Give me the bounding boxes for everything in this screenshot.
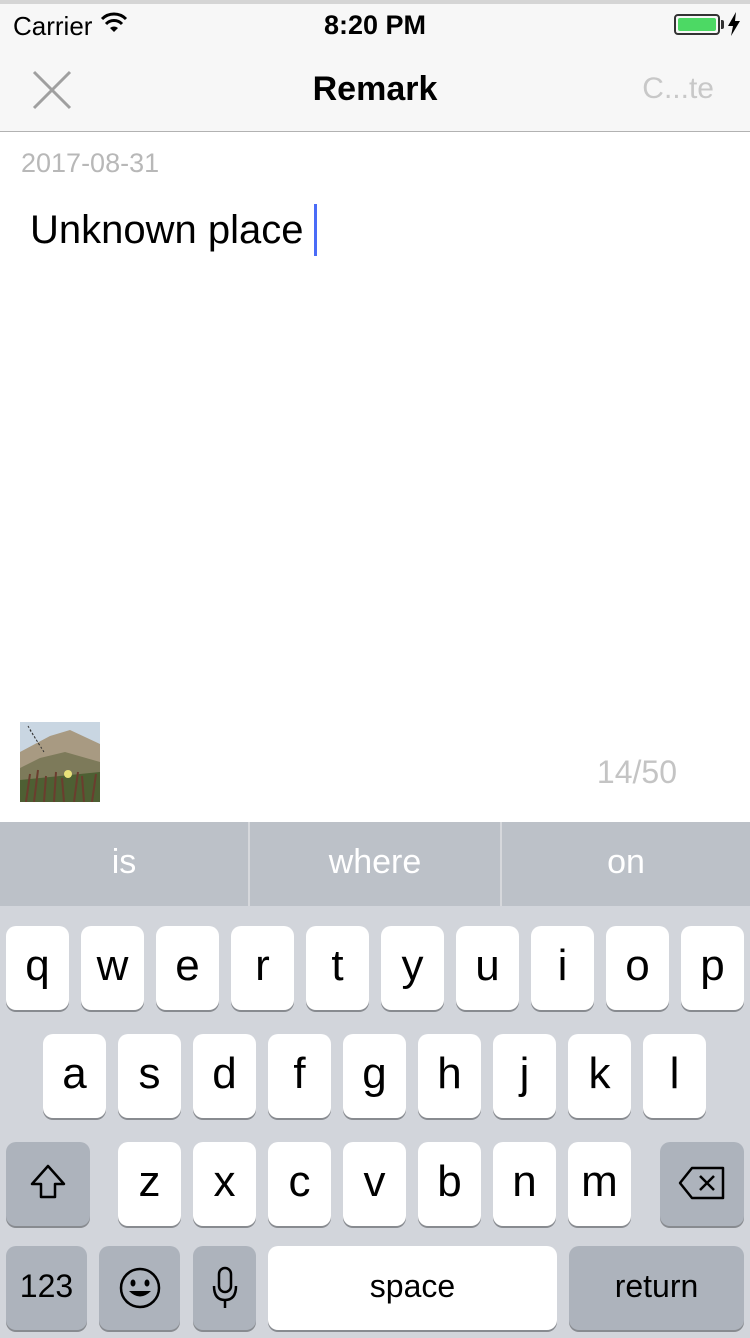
key-v[interactable]: v <box>343 1142 406 1226</box>
numbers-key[interactable]: 123 <box>6 1246 87 1330</box>
backspace-icon <box>678 1166 725 1200</box>
microphone-key[interactable] <box>193 1246 256 1330</box>
photo-thumbnail-image <box>20 722 100 802</box>
nav-bar: Remark C...te <box>0 48 750 132</box>
key-a[interactable]: a <box>43 1034 106 1118</box>
key-l[interactable]: l <box>643 1034 706 1118</box>
character-counter: 14/50 <box>596 754 677 790</box>
key-p[interactable]: p <box>681 926 744 1010</box>
key-b[interactable]: b <box>418 1142 481 1226</box>
key-g[interactable]: g <box>343 1034 406 1118</box>
backspace-key[interactable] <box>660 1142 744 1226</box>
emoji-key[interactable] <box>99 1246 180 1330</box>
battery-tip <box>721 20 724 29</box>
photo-thumbnail[interactable] <box>20 722 100 802</box>
key-n[interactable]: n <box>493 1142 556 1226</box>
status-time: 8:20 PM <box>323 10 427 40</box>
remark-text: Unknown place <box>30 208 304 252</box>
remark-text-input[interactable]: Unknown place <box>30 204 720 288</box>
keyboard: is where on q w e r t y u i o p a s d f … <box>0 822 750 1338</box>
key-m[interactable]: m <box>568 1142 631 1226</box>
text-caret <box>313 204 317 256</box>
suggestion-bar: is where on <box>0 822 750 906</box>
key-t[interactable]: t <box>306 926 369 1010</box>
key-j[interactable]: j <box>493 1034 556 1118</box>
battery-icon <box>674 14 720 35</box>
microphone-icon <box>212 1266 237 1308</box>
key-y[interactable]: y <box>381 926 444 1010</box>
charging-bolt-icon <box>728 12 740 36</box>
key-f[interactable]: f <box>268 1034 331 1118</box>
battery-fill <box>678 18 716 31</box>
space-key[interactable]: space <box>268 1246 557 1330</box>
key-w[interactable]: w <box>81 926 144 1010</box>
key-q[interactable]: q <box>6 926 69 1010</box>
key-r[interactable]: r <box>231 926 294 1010</box>
key-e[interactable]: e <box>156 926 219 1010</box>
key-o[interactable]: o <box>606 926 669 1010</box>
shift-key[interactable] <box>6 1142 90 1226</box>
key-d[interactable]: d <box>193 1034 256 1118</box>
status-top-line <box>0 0 750 4</box>
status-bar: Carrier 8:20 PM <box>0 0 750 48</box>
return-key[interactable]: return <box>569 1246 744 1330</box>
remark-date: 2017-08-31 <box>21 148 160 178</box>
suggestion-2[interactable]: where <box>250 822 500 906</box>
key-u[interactable]: u <box>456 926 519 1010</box>
key-k[interactable]: k <box>568 1034 631 1118</box>
suggestion-1[interactable]: is <box>0 822 248 906</box>
key-x[interactable]: x <box>193 1142 256 1226</box>
key-h[interactable]: h <box>418 1034 481 1118</box>
key-z[interactable]: z <box>118 1142 181 1226</box>
emoji-icon <box>119 1267 160 1309</box>
page-title: Remark <box>312 70 438 108</box>
key-c[interactable]: c <box>268 1142 331 1226</box>
suggestion-3[interactable]: on <box>502 822 750 906</box>
key-i[interactable]: i <box>531 926 594 1010</box>
shift-icon <box>30 1164 66 1199</box>
key-s[interactable]: s <box>118 1034 181 1118</box>
complete-button[interactable]: C...te <box>642 72 714 106</box>
